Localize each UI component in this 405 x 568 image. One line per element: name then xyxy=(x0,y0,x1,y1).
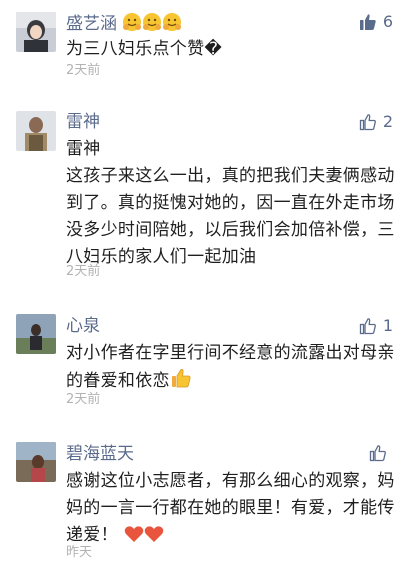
thumbs-up-outline-icon xyxy=(359,317,377,335)
comment-item: 心泉 1 对小作者在字里行间不经意的流露出对母亲的眷爱和依恋 2天前 xyxy=(0,300,405,428)
avatar[interactable] xyxy=(16,111,56,151)
like-count: 6 xyxy=(382,12,393,31)
comment-item: 盛艺涵 6 为三八妇乐点个赞� 2天前 xyxy=(0,0,405,100)
comment-item: 雷神 2 雷神 这孩子来这么一出，真的把我们夫妻俩感动到了。真的挺愧对她的，因一… xyxy=(0,100,405,300)
comment-text: 为三八妇乐点个赞� xyxy=(66,39,223,59)
comment-text: 对小作者在字里行间不经意的流露出对母亲的眷爱和依恋 xyxy=(66,340,396,398)
thumbs-up-outline-icon xyxy=(369,444,387,462)
commenter-name[interactable]: 盛艺涵 xyxy=(66,12,182,37)
comment-item: 碧海蓝天 感谢这位小志愿者，有那么细心的观察，妈妈的一言一行都在她的眼里！有爱，… xyxy=(0,428,405,568)
like-button[interactable]: 1 xyxy=(359,316,393,336)
like-count: 2 xyxy=(382,112,393,131)
comment-time: 昨天 xyxy=(66,545,93,560)
comment-text: 雷神 这孩子来这么一出，真的把我们夫妻俩感动到了。真的挺愧对她的，因一直在外走市… xyxy=(66,139,395,267)
comment-text: 感谢这位小志愿者，有那么细心的观察，妈妈的一言一行都在她的眼里！有爱，才能传递爱… xyxy=(66,468,396,552)
red-heart-emoji xyxy=(124,525,144,552)
commenter-name[interactable]: 心泉 xyxy=(66,316,100,336)
comment-time: 2天前 xyxy=(66,264,101,279)
commenter-name[interactable]: 碧海蓝天 xyxy=(66,444,134,464)
commenter-name[interactable]: 雷神 xyxy=(66,112,100,132)
avatar[interactable] xyxy=(16,12,56,52)
like-button[interactable]: 6 xyxy=(359,12,393,32)
hugging-face-emoji xyxy=(122,12,142,37)
avatar[interactable] xyxy=(16,442,56,482)
comment-time: 2天前 xyxy=(66,63,101,78)
like-count: 1 xyxy=(382,316,393,335)
comment-time: 2天前 xyxy=(66,392,101,407)
avatar[interactable] xyxy=(16,314,56,354)
red-heart-emoji xyxy=(144,525,164,552)
like-button[interactable] xyxy=(369,444,393,462)
thumbs-up-filled-icon xyxy=(359,13,377,31)
hugging-face-emoji xyxy=(162,12,182,37)
like-button[interactable]: 2 xyxy=(359,112,393,132)
thumbs-up-outline-icon xyxy=(359,113,377,131)
thumbs-up-emoji xyxy=(170,367,192,398)
hugging-face-emoji xyxy=(142,12,162,37)
